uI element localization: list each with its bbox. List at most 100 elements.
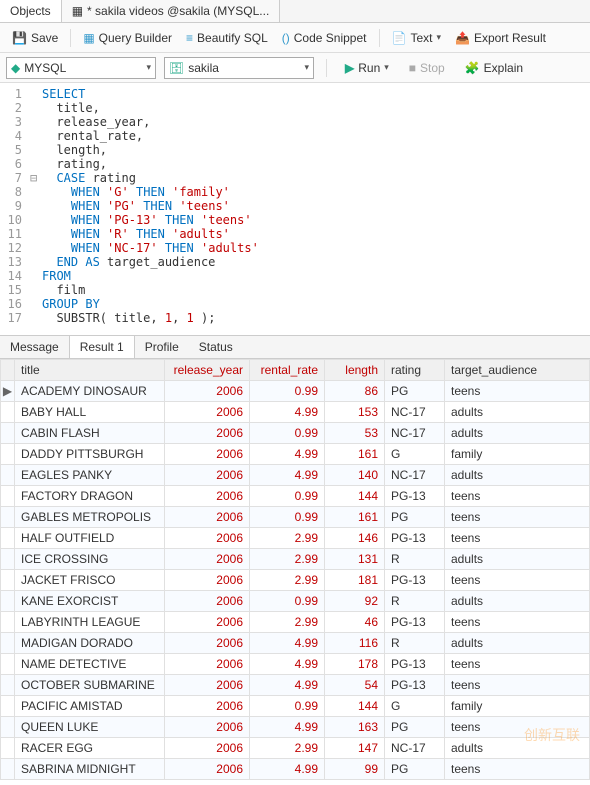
table-row[interactable]: QUEEN LUKE 2006 4.99 163 PG teens [1,717,590,738]
cell-target-audience[interactable]: teens [445,486,590,507]
cell-rental-rate[interactable]: 4.99 [250,402,325,423]
cell-length[interactable]: 46 [325,612,385,633]
cell-target-audience[interactable]: adults [445,633,590,654]
cell-title[interactable]: HALF OUTFIELD [15,528,165,549]
cell-target-audience[interactable]: family [445,444,590,465]
cell-release-year[interactable]: 2006 [165,549,250,570]
cell-length[interactable]: 147 [325,738,385,759]
run-button[interactable]: ▶Run▾ [339,58,395,78]
code-line[interactable]: 13 END AS target_audience [0,255,590,269]
cell-rental-rate[interactable]: 0.99 [250,696,325,717]
code-line[interactable]: 1SELECT [0,87,590,101]
cell-title[interactable]: ACADEMY DINOSAUR [15,381,165,402]
cell-rental-rate[interactable]: 2.99 [250,612,325,633]
cell-target-audience[interactable]: teens [445,759,590,780]
cell-length[interactable]: 181 [325,570,385,591]
cell-length[interactable]: 161 [325,507,385,528]
cell-title[interactable]: PACIFIC AMISTAD [15,696,165,717]
cell-target-audience[interactable]: teens [445,612,590,633]
table-row[interactable]: NAME DETECTIVE 2006 4.99 178 PG-13 teens [1,654,590,675]
cell-release-year[interactable]: 2006 [165,738,250,759]
cell-title[interactable]: BABY HALL [15,402,165,423]
snippet-button[interactable]: ()Code Snippet [276,28,373,48]
table-row[interactable]: LABYRINTH LEAGUE 2006 2.99 46 PG-13 teen… [1,612,590,633]
table-row[interactable]: MADIGAN DORADO 2006 4.99 116 R adults [1,633,590,654]
cell-rating[interactable]: PG-13 [385,528,445,549]
cell-length[interactable]: 178 [325,654,385,675]
tab-profile[interactable]: Profile [135,336,189,358]
cell-target-audience[interactable]: adults [445,423,590,444]
cell-rental-rate[interactable]: 0.99 [250,381,325,402]
column-header[interactable]: rental_rate [250,360,325,381]
cell-rating[interactable]: NC-17 [385,465,445,486]
table-row[interactable]: SABRINA MIDNIGHT 2006 4.99 99 PG teens [1,759,590,780]
cell-target-audience[interactable]: teens [445,507,590,528]
cell-rating[interactable]: G [385,444,445,465]
cell-release-year[interactable]: 2006 [165,507,250,528]
cell-rental-rate[interactable]: 4.99 [250,759,325,780]
tab-status[interactable]: Status [189,336,243,358]
cell-release-year[interactable]: 2006 [165,402,250,423]
cell-rating[interactable]: G [385,696,445,717]
cell-rating[interactable]: PG [385,717,445,738]
cell-rental-rate[interactable]: 0.99 [250,507,325,528]
cell-rating[interactable]: PG [385,759,445,780]
cell-rental-rate[interactable]: 2.99 [250,738,325,759]
cell-length[interactable]: 99 [325,759,385,780]
cell-length[interactable]: 163 [325,717,385,738]
table-row[interactable]: BABY HALL 2006 4.99 153 NC-17 adults [1,402,590,423]
cell-rating[interactable]: PG-13 [385,486,445,507]
code-line[interactable]: 2 title, [0,101,590,115]
cell-length[interactable]: 53 [325,423,385,444]
cell-title[interactable]: LABYRINTH LEAGUE [15,612,165,633]
code-line[interactable]: 5 length, [0,143,590,157]
tab-query[interactable]: ▦ * sakila videos @sakila (MYSQL... [62,0,281,22]
cell-length[interactable]: 144 [325,696,385,717]
beautify-button[interactable]: ≡Beautify SQL [180,28,274,48]
table-row[interactable]: ▶ ACADEMY DINOSAUR 2006 0.99 86 PG teens [1,381,590,402]
cell-rating[interactable]: NC-17 [385,402,445,423]
code-line[interactable]: 15 film [0,283,590,297]
engine-dropdown[interactable]: ◆MYSQL ▾ [6,57,156,79]
code-line[interactable]: 14FROM [0,269,590,283]
table-row[interactable]: JACKET FRISCO 2006 2.99 181 PG-13 teens [1,570,590,591]
cell-release-year[interactable]: 2006 [165,486,250,507]
code-line[interactable]: 12 WHEN 'NC-17' THEN 'adults' [0,241,590,255]
cell-release-year[interactable]: 2006 [165,423,250,444]
cell-title[interactable]: EAGLES PANKY [15,465,165,486]
cell-target-audience[interactable]: teens [445,717,590,738]
cell-title[interactable]: RACER EGG [15,738,165,759]
code-line[interactable]: 10 WHEN 'PG-13' THEN 'teens' [0,213,590,227]
cell-release-year[interactable]: 2006 [165,696,250,717]
cell-rating[interactable]: R [385,633,445,654]
cell-rating[interactable]: R [385,549,445,570]
cell-rental-rate[interactable]: 0.99 [250,423,325,444]
cell-rental-rate[interactable]: 2.99 [250,549,325,570]
code-line[interactable]: 17 SUBSTR( title, 1, 1 ); [0,311,590,325]
cell-target-audience[interactable]: teens [445,654,590,675]
table-row[interactable]: HALF OUTFIELD 2006 2.99 146 PG-13 teens [1,528,590,549]
cell-length[interactable]: 131 [325,549,385,570]
cell-release-year[interactable]: 2006 [165,465,250,486]
cell-length[interactable]: 86 [325,381,385,402]
cell-length[interactable]: 144 [325,486,385,507]
cell-length[interactable]: 153 [325,402,385,423]
cell-target-audience[interactable]: family [445,696,590,717]
schema-dropdown[interactable]: 🗄sakila ▾ [164,57,314,79]
cell-rating[interactable]: PG [385,381,445,402]
cell-target-audience[interactable]: teens [445,570,590,591]
cell-rental-rate[interactable]: 4.99 [250,654,325,675]
cell-rental-rate[interactable]: 2.99 [250,528,325,549]
table-row[interactable]: FACTORY DRAGON 2006 0.99 144 PG-13 teens [1,486,590,507]
cell-title[interactable]: MADIGAN DORADO [15,633,165,654]
cell-length[interactable]: 54 [325,675,385,696]
cell-release-year[interactable]: 2006 [165,444,250,465]
tab-message[interactable]: Message [0,336,69,358]
cell-target-audience[interactable]: adults [445,465,590,486]
cell-rental-rate[interactable]: 4.99 [250,444,325,465]
column-header[interactable]: length [325,360,385,381]
cell-release-year[interactable]: 2006 [165,612,250,633]
table-row[interactable]: CABIN FLASH 2006 0.99 53 NC-17 adults [1,423,590,444]
cell-release-year[interactable]: 2006 [165,654,250,675]
cell-target-audience[interactable]: adults [445,591,590,612]
